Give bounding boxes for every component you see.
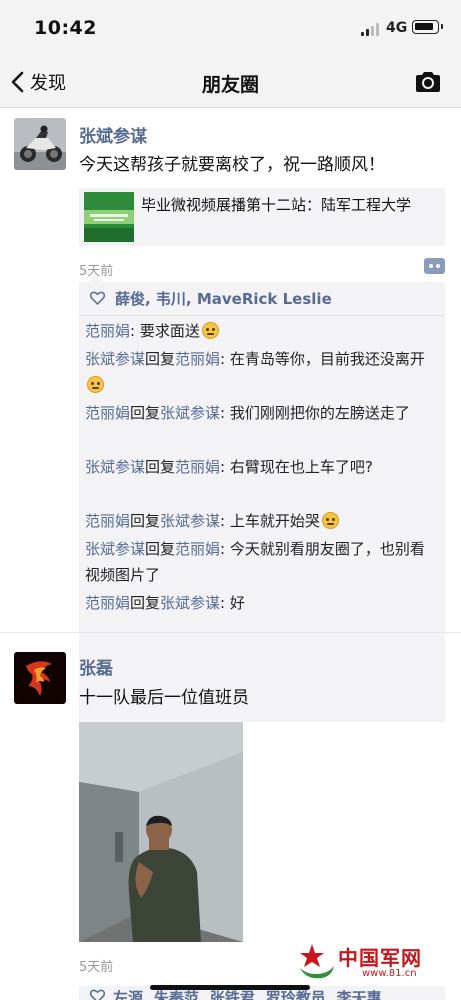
comment-text: : 我们刚刚把你的左膀送走了 [220, 404, 410, 422]
back-label: 发现 [30, 73, 66, 94]
comment-author[interactable]: 范丽娟 [85, 404, 130, 422]
soldier-photo-image [79, 722, 243, 942]
comment-author[interactable]: 张斌参谋 [85, 540, 145, 558]
comment[interactable]: 范丽娟回复张斌参谋: 上车就开始哭 [85, 508, 437, 534]
reply-target[interactable]: 张斌参谋 [160, 512, 220, 530]
likes-row: 薛俊, 韦川, MaveRick Leslie [79, 282, 445, 316]
status-time: 10:42 [34, 17, 97, 39]
shared-link-card[interactable]: 毕业微视频展播第十二站：陆军工程大学 [79, 188, 445, 246]
camera-icon[interactable] [414, 70, 442, 94]
back-button[interactable]: 发现 [10, 66, 66, 98]
reply-target[interactable]: 范丽娟 [175, 458, 220, 476]
fire-logo-avatar-image [14, 652, 66, 704]
comment-author[interactable]: 范丽娟 [85, 322, 130, 340]
comment[interactable]: 范丽娟回复张斌参谋: 好 [85, 590, 437, 616]
watermark-url: www.81.cn [362, 968, 417, 979]
link-title: 毕业微视频展播第十二站：陆军工程大学 [141, 196, 412, 214]
star-logo-icon [300, 944, 334, 979]
heart-icon [90, 291, 105, 305]
comment-author[interactable]: 范丽娟 [85, 594, 130, 612]
comment-author[interactable]: 张斌参谋 [85, 350, 145, 368]
emoji-icon [201, 322, 219, 339]
reply-target[interactable]: 范丽娟 [175, 540, 220, 558]
avatar[interactable] [14, 652, 66, 704]
link-thumbnail [84, 192, 134, 242]
reply-target[interactable]: 张斌参谋 [160, 404, 220, 422]
reply-word: 回复 [145, 540, 176, 558]
reply-word: 回复 [130, 594, 161, 612]
post-photo[interactable] [79, 722, 243, 942]
reply-word: 回复 [130, 512, 161, 530]
comment-text: : 好 [220, 594, 245, 612]
comment-text: : 右臂现在也上车了吧? [220, 458, 373, 476]
reply-word: 回复 [145, 458, 176, 476]
status-bar: 10:42 4G [0, 0, 461, 56]
heart-icon [90, 989, 105, 1000]
comment[interactable]: 范丽娟: 要求面送 [85, 318, 437, 344]
post-divider [0, 632, 461, 633]
watermark-name: 中国军网 [338, 946, 422, 970]
emoji-icon [321, 512, 339, 529]
comment[interactable]: 范丽娟回复张斌参谋: 我们刚刚把你的左膀送走了 [85, 400, 437, 426]
nav-bar: 发现 朋友圈 [0, 56, 461, 108]
liker-names[interactable]: 薛俊, 韦川, MaveRick Leslie [115, 288, 332, 309]
reply-word: 回复 [145, 350, 176, 368]
emoji-icon [87, 376, 104, 393]
post-author[interactable]: 张磊 [79, 654, 113, 679]
comment[interactable]: 张斌参谋回复范丽娟: 右臂现在也上车了吧? [85, 454, 437, 480]
reply-target[interactable]: 范丽娟 [175, 350, 220, 368]
post-text: 十一队最后一位值班员 [79, 688, 249, 708]
chevron-left-icon [11, 71, 24, 93]
comment-menu-button[interactable] [424, 258, 445, 274]
post-author[interactable]: 张斌参谋 [79, 122, 147, 147]
signal-icon [361, 22, 383, 36]
battery-icon [412, 20, 443, 34]
post-text: 今天这帮孩子就要离校了，祝一路顺风！ [79, 155, 385, 175]
likes-comments-panel: 薛俊, 韦川, MaveRick Leslie 范丽娟: 要求面送 张斌参谋回复… [79, 275, 445, 722]
comment-author[interactable]: 范丽娟 [85, 512, 130, 530]
post-time: 5天前 [79, 960, 114, 975]
motorcycle-avatar-image [14, 118, 66, 170]
comment-text: : 上车就开始哭 [220, 512, 320, 530]
comment-text: : 在青岛等你，目前我还没离开 [220, 350, 425, 368]
network-type: 4G [386, 20, 408, 36]
page-title: 朋友圈 [201, 74, 259, 96]
panel-arrow [89, 275, 103, 282]
home-indicator[interactable] [150, 985, 310, 990]
watermark: 中国军网 www.81.cn [292, 938, 452, 986]
comment-author[interactable]: 张斌参谋 [85, 458, 145, 476]
comment[interactable]: 张斌参谋回复范丽娟: 今天就别看朋友圈了，也别看视频图片了 [85, 536, 437, 588]
comment-text: : 要求面送 [130, 322, 200, 340]
reply-word: 回复 [130, 404, 161, 422]
reply-target[interactable]: 张斌参谋 [160, 594, 220, 612]
avatar[interactable] [14, 118, 66, 170]
comment[interactable]: 张斌参谋回复范丽娟: 在青岛等你，目前我还没离开 [85, 346, 437, 398]
